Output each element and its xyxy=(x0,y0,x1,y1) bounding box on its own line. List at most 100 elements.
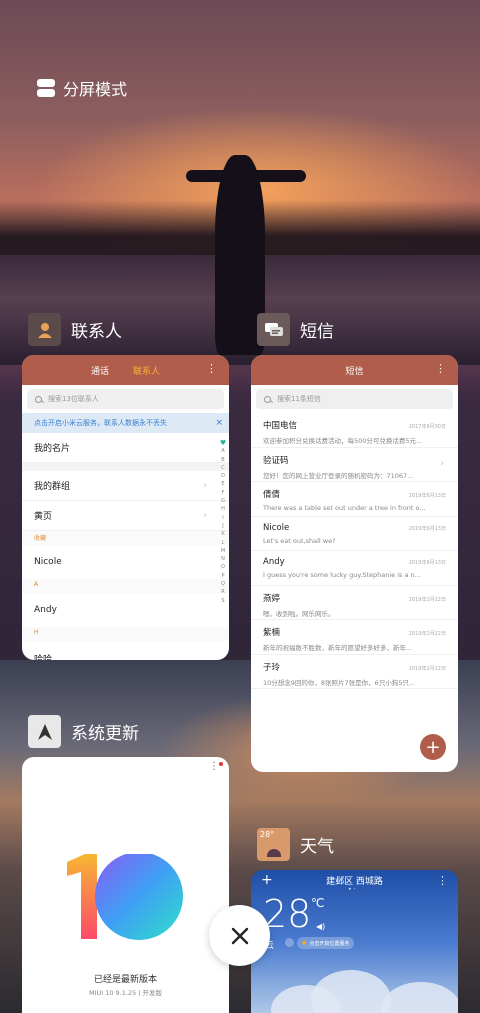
location-tip-chip[interactable]: ● 点击开启位置服务 xyxy=(297,937,355,949)
sms-item[interactable]: 验证码 您好！您的网上营业厅登录的随机密码为：71067... › xyxy=(251,448,458,482)
weather-app-header[interactable]: 28° 天气 xyxy=(257,828,334,861)
alphabet-letter[interactable]: P xyxy=(221,572,224,580)
sms-sender: Nicole xyxy=(263,522,290,533)
alphabet-letter[interactable]: D xyxy=(221,472,225,480)
search-icon xyxy=(264,395,271,403)
warning-icon: ● xyxy=(302,940,307,946)
section-header-h: H xyxy=(22,627,229,641)
sms-app-icon xyxy=(257,313,290,346)
alphabet-letter[interactable]: H xyxy=(221,505,225,513)
alphabet-letter[interactable]: K xyxy=(221,530,224,538)
more-menu-icon[interactable]: ⋮ xyxy=(206,362,217,375)
alphabet-letter[interactable]: O xyxy=(221,563,225,571)
new-message-button[interactable]: + xyxy=(420,734,446,760)
sms-sender: 燕婷 xyxy=(263,593,281,604)
contacts-search-placeholder: 搜索13位联系人 xyxy=(48,395,99,403)
sms-list: 中国电信 2017年6月30日 欢迎参加积分兑换话费活动，每500分可兑换话费5元.… xyxy=(251,413,458,689)
contacts-search[interactable]: 搜索13位联系人 xyxy=(27,389,224,409)
contact-item[interactable]: Nicole xyxy=(22,545,229,579)
alphabet-letter[interactable]: Q xyxy=(221,580,225,588)
sms-item[interactable]: 燕婷 2019年2月22日 嗯。收到啦。网乐网乐。 xyxy=(251,586,458,620)
clear-all-button[interactable] xyxy=(209,905,270,966)
alphabet-letter[interactable]: F xyxy=(222,489,225,497)
tab-contacts[interactable]: 联系人 xyxy=(133,364,160,377)
sms-item[interactable]: 紫楠 2019年2月22日新年的祝福数不胜数，新年的愿望好多好多，新年... xyxy=(251,620,458,655)
location-tip-text: 点击开启位置服务 xyxy=(309,940,350,947)
split-screen-label: 分屏模式 xyxy=(63,80,128,99)
weather-app-icon: 28° xyxy=(257,828,290,861)
close-icon xyxy=(231,927,248,944)
alphabet-letter[interactable]: A xyxy=(221,447,224,455)
split-screen-icon xyxy=(37,79,55,97)
update-app-icon xyxy=(28,715,61,748)
my-card-row[interactable]: 我的名片 xyxy=(22,433,229,463)
sms-item[interactable]: 中国电信 2017年6月30日 欢迎参加积分兑换话费活动，每500分可兑换话费5元.… xyxy=(251,413,458,448)
my-groups-row[interactable]: 我的群组 › xyxy=(22,471,229,501)
alphabet-letter[interactable]: G xyxy=(221,497,225,505)
alphabet-letter[interactable]: N xyxy=(221,555,225,563)
update-status: 已经是最新版本 xyxy=(93,975,157,985)
sms-date: 2019年2月22日 xyxy=(408,596,446,603)
update-app-header[interactable]: 系统更新 xyxy=(28,715,139,748)
alphabet-letter[interactable]: M xyxy=(221,547,225,555)
sms-item[interactable]: Nicole 2019年6月13日 Let's eat out,shall we? xyxy=(251,517,458,551)
sms-date: 2019年2月22日 xyxy=(408,631,446,637)
sms-search[interactable]: 搜索11条短信 xyxy=(256,389,453,409)
edit-icon[interactable] xyxy=(285,938,294,947)
more-menu-icon[interactable]: ⋮ xyxy=(435,362,446,375)
contacts-app-label: 联系人 xyxy=(71,322,122,342)
close-icon[interactable]: × xyxy=(215,418,223,428)
contact-name: Andy xyxy=(34,605,57,615)
chevron-right-icon: › xyxy=(203,480,207,491)
favorites-heart-icon[interactable]: ♥ xyxy=(220,439,226,447)
sms-preview: Let's eat out,shall we? xyxy=(263,536,336,545)
weather-card[interactable]: + 建邺区 西城路 • · ⋮ 28 ℃ ◀) 云 ● 点击开启位置服务 xyxy=(251,870,458,1013)
sms-date: 2019年6月13日 xyxy=(408,493,446,499)
yellow-pages-row[interactable]: 黄页 › xyxy=(22,501,229,531)
update-app-label: 系统更新 xyxy=(71,724,139,744)
alphabet-index[interactable]: ♥ A B C D E F G H I J K L M N O P Q R S xyxy=(220,439,226,605)
chevron-right-icon: › xyxy=(203,510,207,521)
sms-preview: I guess you're some lucky guy.Stephanie … xyxy=(263,571,421,579)
sms-sender: 子玲 xyxy=(263,662,281,673)
cloud xyxy=(381,982,458,1013)
alphabet-letter[interactable]: B xyxy=(221,456,224,464)
sms-app-header[interactable]: 短信 xyxy=(257,313,334,346)
contacts-app-header[interactable]: 联系人 xyxy=(28,313,122,346)
search-icon xyxy=(35,395,42,403)
weather-app-label: 天气 xyxy=(300,837,334,857)
contacts-card[interactable]: 通话 联系人 ⋮ 搜索13位联系人 点击开启小米云服务，联系人数据永不丢失 × … xyxy=(22,355,229,660)
alphabet-letter[interactable]: R xyxy=(221,588,224,596)
sms-preview: 新年的祝福数不胜数，新年的愿望好多好多，新年... xyxy=(263,644,413,652)
contact-item[interactable]: 哈哈 xyxy=(22,641,229,661)
sms-preview: 欢迎参加积分兑换话费活动，每500分可兑换话费5元... xyxy=(263,437,423,445)
miui10-logo xyxy=(67,854,183,940)
cloud-notice[interactable]: 点击开启小米云服务，联系人数据永不丢失 × xyxy=(22,413,229,433)
alphabet-letter[interactable]: C xyxy=(221,464,225,472)
alphabet-letter[interactable]: E xyxy=(221,480,224,488)
sms-preview: 您好！您的网上营业厅登录的随机密码为：71067... xyxy=(263,471,414,480)
section-header-a: A xyxy=(22,579,229,593)
weather-temp: 28 xyxy=(263,892,312,936)
alphabet-letter[interactable]: J xyxy=(222,522,223,530)
alphabet-letter[interactable]: I xyxy=(222,514,223,522)
sms-card[interactable]: 短信 ⋮ 搜索11条短信 中国电信 2017年6月30日 欢迎参加积分兑换话费活动，… xyxy=(251,355,458,772)
more-menu-icon[interactable]: ⋮ xyxy=(209,761,219,772)
sms-date: 2019年6月13日 xyxy=(408,525,446,532)
tab-calls[interactable]: 通话 xyxy=(91,364,109,377)
sms-date: 2017年6月30日 xyxy=(408,424,446,430)
sms-sender: 紫楠 xyxy=(263,628,281,638)
speaker-icon: ◀) xyxy=(316,922,326,931)
split-screen-button[interactable]: 分屏模式 xyxy=(37,76,127,100)
update-card[interactable]: ⋮ 已经是最新版本 MIUI 10 9.1.25 | 开发版 xyxy=(22,757,229,1013)
alphabet-letter[interactable]: S xyxy=(221,597,224,605)
sms-title: 短信 xyxy=(345,366,364,377)
alphabet-letter[interactable]: L xyxy=(222,539,225,547)
sms-item[interactable]: Andy 2019年6月13日 I guess you're some lucky … xyxy=(251,551,458,586)
sms-item[interactable]: 子玲 2019年2月22日 10分想念9回的你，8张照片7张是你，6只小狗5只... xyxy=(251,655,458,689)
more-menu-icon[interactable]: ⋮ xyxy=(437,874,448,887)
person-arms xyxy=(186,170,306,182)
sms-item[interactable]: 倩倩 2019年6月13日 There was a table set out un… xyxy=(251,482,458,517)
contact-item[interactable]: Andy xyxy=(22,593,229,627)
sms-sender: 倩倩 xyxy=(263,490,281,500)
